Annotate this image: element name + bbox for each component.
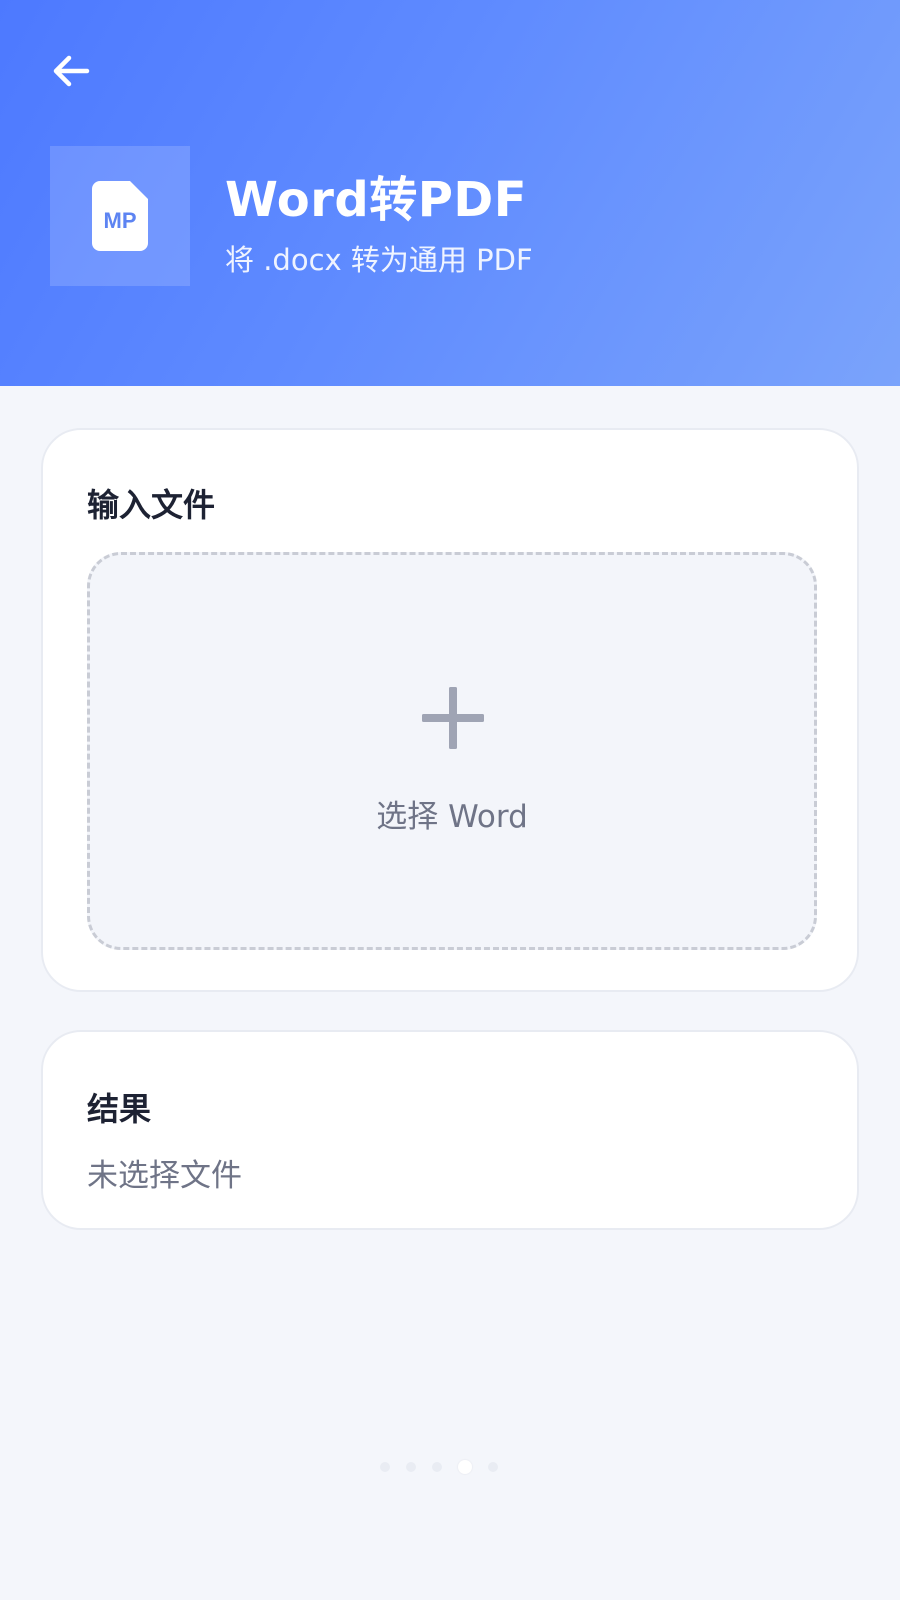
- page-title: Word转PDF: [225, 172, 528, 228]
- header-banner: MP Word转PDF 将 .docx 转为通用 PDF: [0, 0, 900, 386]
- page-dot-active: [458, 1460, 472, 1474]
- back-button[interactable]: [40, 40, 102, 102]
- input-card-title: 输入文件: [87, 486, 216, 524]
- result-status-text: 未选择文件: [87, 1158, 242, 1194]
- word-file-icon: MP: [92, 181, 148, 251]
- arrow-left-icon: [53, 55, 90, 87]
- input-file-card: 输入文件 选择 Word: [41, 428, 859, 992]
- app-icon: MP: [50, 146, 190, 286]
- result-card: 结果 未选择文件: [41, 1030, 859, 1230]
- select-word-label: 选择 Word: [376, 799, 528, 835]
- page-dot: [380, 1462, 390, 1472]
- plus-icon: [422, 687, 484, 749]
- page-dot: [432, 1462, 442, 1472]
- app-icon-text: MP: [104, 208, 137, 233]
- select-word-dropzone[interactable]: 选择 Word: [87, 552, 817, 950]
- page-dot: [488, 1462, 498, 1472]
- word-to-pdf-screen: MP Word转PDF 将 .docx 转为通用 PDF 输入文件 选择 Wor…: [0, 0, 900, 1600]
- result-card-title: 结果: [87, 1090, 152, 1128]
- page-subtitle: 将 .docx 转为通用 PDF: [225, 243, 533, 277]
- page-dot: [406, 1462, 416, 1472]
- page-indicator: [380, 1458, 530, 1476]
